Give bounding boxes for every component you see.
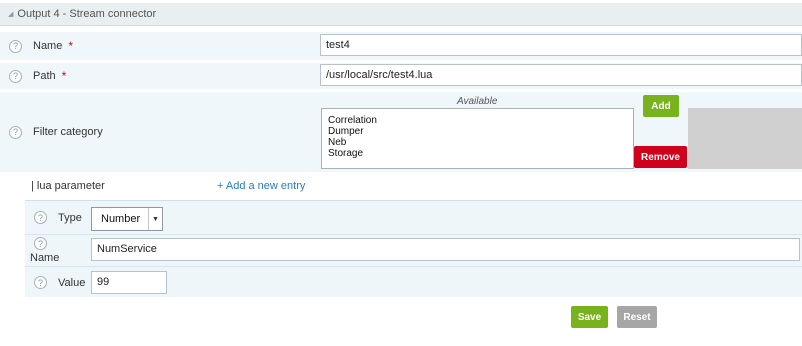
help-icon[interactable]: ?: [34, 276, 47, 289]
list-item[interactable]: Dumper: [328, 126, 627, 137]
help-icon[interactable]: ?: [9, 125, 22, 139]
param-value-label: Value: [58, 276, 86, 289]
type-select-value: Number: [101, 213, 141, 225]
section-title: Output 4 - Stream connector: [17, 8, 157, 20]
reset-button[interactable]: Reset: [617, 306, 657, 328]
add-category-button[interactable]: Add: [643, 95, 679, 117]
name-label: Name: [33, 40, 63, 52]
lua-parameter-label: | lua parameter: [31, 180, 105, 192]
help-icon[interactable]: ?: [34, 237, 47, 250]
list-item[interactable]: Neb: [328, 137, 627, 148]
path-label-cell: ? Path *: [0, 63, 308, 89]
remove-category-button[interactable]: Remove: [634, 146, 687, 168]
name-input[interactable]: test4: [320, 34, 802, 56]
required-marker: *: [68, 39, 74, 53]
filter-category-label: Filter category: [33, 126, 103, 138]
available-categories-list[interactable]: Correlation Dumper Neb Storage: [321, 108, 634, 169]
help-icon[interactable]: ?: [34, 211, 47, 224]
available-list-title: Available: [457, 96, 498, 107]
list-item[interactable]: Correlation: [328, 115, 627, 126]
collapse-triangle-icon[interactable]: ◢: [8, 10, 13, 18]
chevron-down-icon[interactable]: ▼: [148, 208, 162, 230]
path-label: Path: [33, 70, 56, 82]
help-icon[interactable]: ?: [9, 39, 22, 53]
param-name-input[interactable]: NumService: [91, 238, 800, 261]
list-item[interactable]: Storage: [328, 148, 627, 159]
path-input[interactable]: /usr/local/src/test4.lua: [320, 64, 802, 86]
param-value-input[interactable]: 99: [91, 271, 167, 294]
section-header-output-4[interactable]: ◢ Output 4 - Stream connector: [0, 3, 802, 26]
add-new-entry-link[interactable]: + Add a new entry: [217, 180, 305, 192]
param-name-label: Name: [30, 252, 60, 264]
param-name-label-cell: ? Name: [30, 237, 59, 264]
required-marker: *: [61, 69, 67, 83]
selected-categories-list[interactable]: [688, 108, 802, 169]
save-button[interactable]: Save: [571, 306, 608, 328]
type-label: Type: [58, 211, 82, 224]
filter-category-label-cell: ? Filter category: [0, 92, 308, 172]
name-label-cell: ? Name *: [0, 32, 308, 60]
type-select[interactable]: Number ▼: [91, 207, 163, 231]
help-icon[interactable]: ?: [9, 69, 22, 83]
